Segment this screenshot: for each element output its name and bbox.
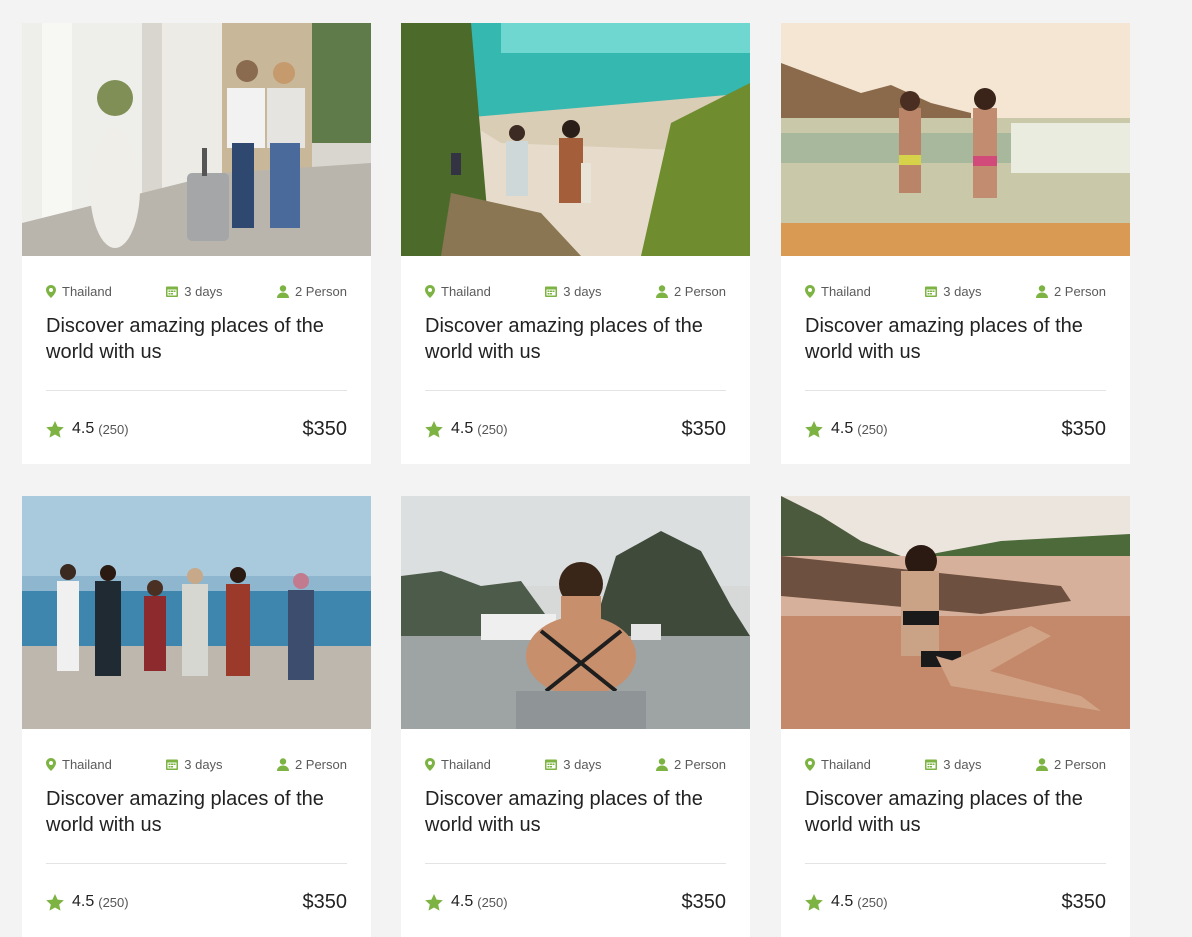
people: 2 Person xyxy=(655,284,726,299)
tour-footer: 4.5 (250) $350 xyxy=(46,888,347,916)
divider xyxy=(805,390,1106,391)
tour-card-grid: Thailand 3 days 2 Person Discover amazin… xyxy=(0,0,1192,937)
map-pin-icon xyxy=(805,284,815,298)
tour-title[interactable]: Discover amazing places of the world wit… xyxy=(46,786,351,838)
tour-footer: 4.5 (250) $350 xyxy=(46,415,347,443)
people: 2 Person xyxy=(276,284,347,299)
person-icon xyxy=(276,757,289,771)
price: $350 xyxy=(302,890,348,913)
tour-photo[interactable] xyxy=(22,23,371,256)
tour-photo[interactable] xyxy=(401,23,750,256)
tour-footer: 4.5 (250) $350 xyxy=(425,888,726,916)
calendar-icon xyxy=(166,286,179,297)
location: Thailand xyxy=(46,284,112,299)
calendar-icon xyxy=(545,286,558,297)
tour-card[interactable]: Thailand 3 days 2 Person Discover amazin… xyxy=(22,496,371,937)
duration: 3 days xyxy=(545,284,602,299)
tour-photo[interactable] xyxy=(401,496,750,729)
duration: 3 days xyxy=(166,757,223,772)
tour-footer: 4.5 (250) $350 xyxy=(805,415,1106,443)
people: 2 Person xyxy=(1035,757,1106,772)
calendar-icon xyxy=(166,759,179,770)
map-pin-icon xyxy=(425,284,435,298)
star-icon xyxy=(805,893,823,911)
price: $350 xyxy=(1061,890,1107,913)
tour-footer: 4.5 (250) $350 xyxy=(425,415,726,443)
tour-title[interactable]: Discover amazing places of the world wit… xyxy=(425,313,730,365)
calendar-icon xyxy=(925,286,938,297)
divider xyxy=(46,390,347,391)
duration: 3 days xyxy=(545,757,602,772)
tour-title[interactable]: Discover amazing places of the world wit… xyxy=(425,786,730,838)
person-icon xyxy=(655,284,668,298)
rating: 4.5 (250) xyxy=(46,420,129,438)
location: Thailand xyxy=(805,757,871,772)
rating: 4.5 (250) xyxy=(425,420,508,438)
divider xyxy=(425,390,726,391)
tour-photo[interactable] xyxy=(781,496,1130,729)
rating: 4.5 (250) xyxy=(805,420,888,438)
person-icon xyxy=(655,757,668,771)
people: 2 Person xyxy=(276,757,347,772)
tour-meta: Thailand 3 days 2 Person xyxy=(805,755,1106,773)
person-icon xyxy=(1035,757,1048,771)
rating: 4.5 (250) xyxy=(46,893,129,911)
rating: 4.5 (250) xyxy=(425,893,508,911)
tour-card[interactable]: Thailand 3 days 2 Person Discover amazin… xyxy=(781,23,1130,464)
map-pin-icon xyxy=(425,757,435,771)
map-pin-icon xyxy=(805,757,815,771)
duration: 3 days xyxy=(925,284,982,299)
calendar-icon xyxy=(545,759,558,770)
tour-title[interactable]: Discover amazing places of the world wit… xyxy=(805,786,1110,838)
tour-meta: Thailand 3 days 2 Person xyxy=(425,755,726,773)
price: $350 xyxy=(681,890,727,913)
star-icon xyxy=(46,420,64,438)
people: 2 Person xyxy=(1035,284,1106,299)
person-icon xyxy=(276,284,289,298)
map-pin-icon xyxy=(46,284,56,298)
price: $350 xyxy=(1061,417,1107,440)
tour-card[interactable]: Thailand 3 days 2 Person Discover amazin… xyxy=(401,23,750,464)
location: Thailand xyxy=(425,284,491,299)
location: Thailand xyxy=(425,757,491,772)
calendar-icon xyxy=(925,759,938,770)
tour-meta: Thailand 3 days 2 Person xyxy=(46,755,347,773)
price: $350 xyxy=(681,417,727,440)
divider xyxy=(805,863,1106,864)
tour-photo[interactable] xyxy=(22,496,371,729)
location: Thailand xyxy=(46,757,112,772)
tour-meta: Thailand 3 days 2 Person xyxy=(46,282,347,300)
divider xyxy=(425,863,726,864)
tour-card[interactable]: Thailand 3 days 2 Person Discover amazin… xyxy=(781,496,1130,937)
location: Thailand xyxy=(805,284,871,299)
people: 2 Person xyxy=(655,757,726,772)
divider xyxy=(46,863,347,864)
tour-card[interactable]: Thailand 3 days 2 Person Discover amazin… xyxy=(22,23,371,464)
star-icon xyxy=(805,420,823,438)
star-icon xyxy=(425,420,443,438)
tour-card[interactable]: Thailand 3 days 2 Person Discover amazin… xyxy=(401,496,750,937)
tour-meta: Thailand 3 days 2 Person xyxy=(805,282,1106,300)
price: $350 xyxy=(302,417,348,440)
rating: 4.5 (250) xyxy=(805,893,888,911)
map-pin-icon xyxy=(46,757,56,771)
star-icon xyxy=(46,893,64,911)
person-icon xyxy=(1035,284,1048,298)
tour-title[interactable]: Discover amazing places of the world wit… xyxy=(805,313,1110,365)
duration: 3 days xyxy=(925,757,982,772)
tour-footer: 4.5 (250) $350 xyxy=(805,888,1106,916)
tour-meta: Thailand 3 days 2 Person xyxy=(425,282,726,300)
duration: 3 days xyxy=(166,284,223,299)
tour-title[interactable]: Discover amazing places of the world wit… xyxy=(46,313,351,365)
star-icon xyxy=(425,893,443,911)
tour-photo[interactable] xyxy=(781,23,1130,256)
